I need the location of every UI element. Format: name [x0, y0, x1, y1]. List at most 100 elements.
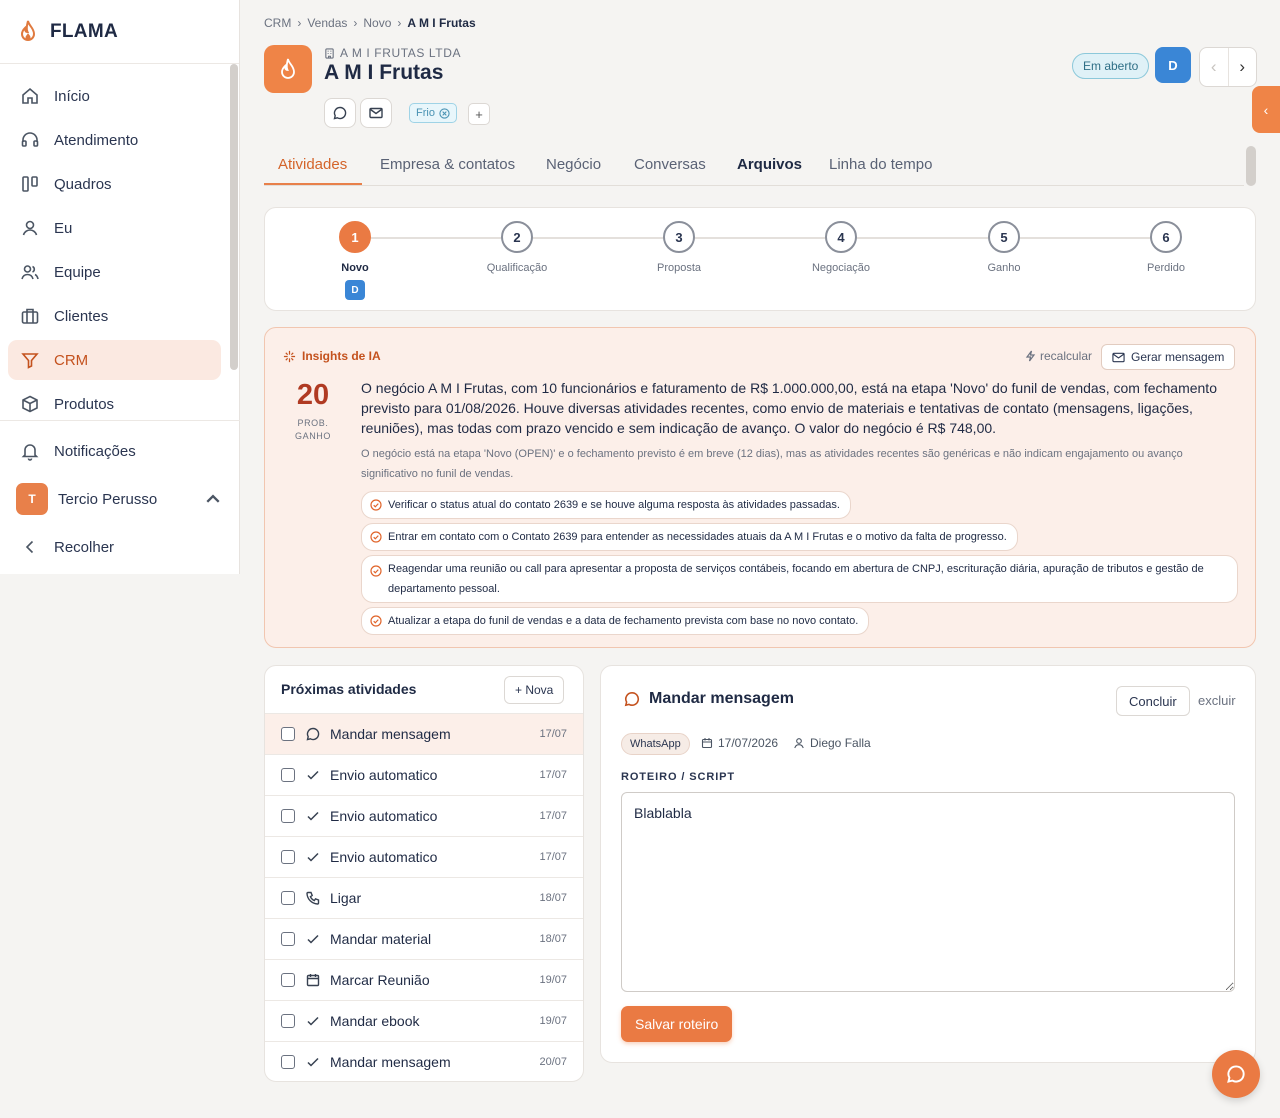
collapse-sidebar-button[interactable]: Recolher [8, 527, 221, 567]
sidebar-item-clientes[interactable]: Clientes [8, 296, 221, 336]
sidebar-item-produtos[interactable]: Produtos [8, 384, 221, 420]
ai-insights-label: Insights de IA [302, 349, 381, 363]
email-button[interactable] [360, 98, 392, 128]
stage-ganho[interactable]: 5 Ganho [944, 221, 1064, 274]
new-activity-button[interactable]: + Nova [504, 676, 565, 704]
sidebar-item-crm[interactable]: CRM [8, 340, 221, 380]
ai-suggestion[interactable]: Entrar em contato com o Contato 2639 par… [361, 523, 1018, 551]
breadcrumb-novo[interactable]: Novo [363, 16, 391, 30]
tabs-scrollbar[interactable] [1246, 146, 1256, 186]
prob-label-line: PROB. [297, 418, 329, 428]
owner-avatar[interactable]: D [1155, 47, 1191, 83]
activity-row[interactable]: Envio automatico 17/07 [265, 754, 583, 795]
brand-name: FLAMA [50, 20, 118, 42]
activity-checkbox[interactable] [281, 727, 295, 741]
activity-checkbox[interactable] [281, 809, 295, 823]
sidebar-item-atendimento[interactable]: Atendimento [8, 120, 221, 160]
breadcrumb-crm[interactable]: CRM [264, 16, 291, 30]
chat-icon [332, 105, 348, 121]
tab-atividades[interactable]: Atividades [278, 156, 347, 173]
sidebar-item-label: CRM [54, 351, 89, 369]
sidebar-item-label: Notificações [54, 442, 136, 460]
stage-qualificacao[interactable]: 2 Qualificação [457, 221, 577, 274]
tab-negocio[interactable]: Negócio [546, 156, 601, 173]
support-chat-button[interactable] [1212, 1050, 1260, 1098]
activity-checkbox[interactable] [281, 891, 295, 905]
tab-empresa-contatos[interactable]: Empresa & contatos [380, 156, 515, 173]
check-circle-icon [370, 527, 382, 543]
activity-row[interactable]: Mandar mensagem 20/07 [265, 1041, 583, 1081]
stage-negociacao[interactable]: 4 Negociação [781, 221, 901, 274]
script-textarea[interactable]: Blablabla [621, 792, 1235, 992]
activity-row[interactable]: Mandar material 18/07 [265, 918, 583, 959]
recalculate-button[interactable]: recalcular [1025, 349, 1092, 363]
ai-suggestion[interactable]: Reagendar uma reunião ou call para apres… [361, 555, 1238, 603]
deal-tabs: Atividades Empresa & contatos Negócio Co… [264, 146, 1244, 186]
suggestion-text: Verificar o status atual do contato 2639… [388, 499, 840, 511]
sidebar-item-notificacoes[interactable]: Notificações [8, 431, 221, 471]
sidebar-item-eu[interactable]: Eu [8, 208, 221, 248]
sidebar-item-equipe[interactable]: Equipe [8, 252, 221, 292]
stage-perdido[interactable]: 6 Perdido [1106, 221, 1226, 274]
page-title: A M I Frutas [324, 61, 444, 84]
funnel-icon [20, 350, 40, 370]
activity-row[interactable]: Envio automatico 17/07 [265, 836, 583, 877]
breadcrumb: CRM › Vendas › Novo › A M I Frutas [264, 16, 476, 30]
tab-arquivos[interactable]: Arquivos [737, 156, 802, 173]
ai-suggestion[interactable]: Atualizar a etapa do funil de vendas e a… [361, 607, 870, 635]
add-tag-button[interactable]: + [468, 103, 490, 125]
activity-date: 19/07 [539, 1015, 567, 1027]
ai-suggestion[interactable]: Verificar o status atual do contato 2639… [361, 491, 851, 519]
sidebar-scrollbar[interactable] [229, 64, 239, 420]
stage-number: 4 [825, 221, 857, 253]
temperature-tag[interactable]: Frio [409, 103, 457, 123]
user-avatar: T [16, 483, 48, 515]
brand[interactable]: FLAMA [0, 0, 239, 64]
sidebar-item-inicio[interactable]: Início [8, 76, 221, 116]
activity-row[interactable]: Mandar ebook 19/07 [265, 1000, 583, 1041]
activity-row[interactable]: Envio automatico 17/07 [265, 795, 583, 836]
ai-analysis: O negócio está na etapa 'Novo (OPEN)' e … [361, 448, 1183, 480]
activity-checkbox[interactable] [281, 768, 295, 782]
activity-checkbox[interactable] [281, 932, 295, 946]
building-icon [20, 306, 40, 326]
breadcrumb-vendas[interactable]: Vendas [307, 16, 347, 30]
sidebar-item-quadros[interactable]: Quadros [8, 164, 221, 204]
activity-checkbox[interactable] [281, 1055, 295, 1069]
delete-link[interactable]: excluir [1198, 693, 1236, 708]
chat-bubble-icon [1225, 1063, 1247, 1085]
activity-checkbox[interactable] [281, 973, 295, 987]
sidebar-scroll-thumb[interactable] [230, 64, 238, 370]
activity-row[interactable]: Mandar mensagem 17/07 [265, 713, 583, 754]
user-icon [793, 737, 805, 749]
building-small-icon [324, 47, 335, 59]
stage-proposta[interactable]: 3 Proposta [619, 221, 739, 274]
stage-number: 3 [663, 221, 695, 253]
user-menu[interactable]: T Tercio Perusso [16, 479, 231, 519]
activity-row[interactable]: Ligar 18/07 [265, 877, 583, 918]
previous-record-button[interactable]: ‹ [1200, 48, 1229, 86]
activity-checkbox[interactable] [281, 1014, 295, 1028]
tab-linha-do-tempo[interactable]: Linha do tempo [829, 156, 932, 173]
generate-message-button[interactable]: Gerar mensagem [1101, 344, 1236, 370]
side-panel-toggle[interactable]: ‹ [1252, 86, 1280, 133]
next-record-button[interactable]: › [1229, 48, 1257, 86]
activity-checkbox[interactable] [281, 850, 295, 864]
chevron-up-icon[interactable] [203, 489, 223, 509]
active-tab-indicator [264, 183, 362, 185]
ai-insights-title: Insights de IA [283, 349, 381, 363]
chat-icon [623, 690, 641, 708]
suggestion-text: Atualizar a etapa do funil de vendas e a… [388, 615, 859, 627]
remove-tag-icon[interactable] [439, 107, 450, 119]
tab-conversas[interactable]: Conversas [634, 156, 706, 173]
chat-button[interactable] [324, 98, 356, 128]
activity-name: Mandar material [330, 931, 432, 947]
user-icon [20, 218, 40, 238]
save-script-button[interactable]: Salvar roteiro [621, 1006, 733, 1042]
activity-row[interactable]: Marcar Reunião 19/07 [265, 959, 583, 1000]
complete-button[interactable]: Concluir [1116, 686, 1190, 716]
chevron-left-icon: ‹ [1263, 101, 1269, 118]
stage-novo[interactable]: 1 Novo D [295, 221, 415, 300]
activity-date: 17/07 [539, 769, 567, 781]
stage-owner-avatar: D [345, 280, 365, 300]
